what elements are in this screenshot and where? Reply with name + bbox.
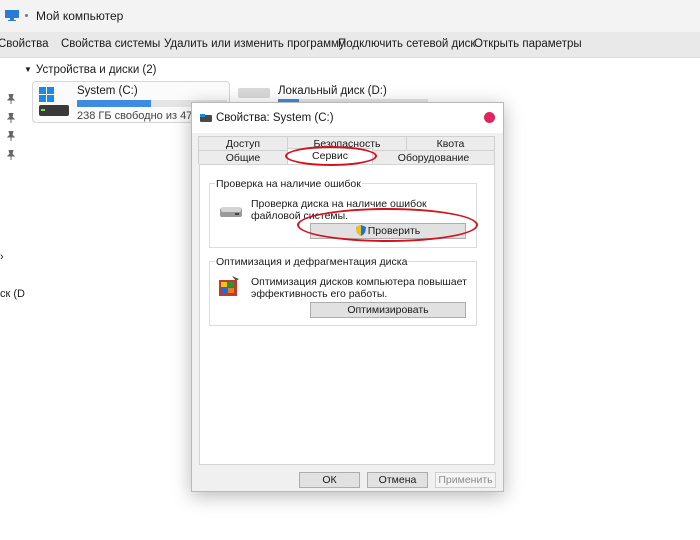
dialog-titlebar: Свойства: System (C:) <box>192 103 503 133</box>
uninstall-program-command[interactable]: Удалить или изменить программу <box>164 38 345 50</box>
error-check-group: Проверка на наличие ошибок Проверка диск… <box>209 178 477 248</box>
system-drive-icon <box>39 87 69 116</box>
map-network-drive-command[interactable]: Подключить сетевой диск <box>338 38 475 50</box>
tab-service[interactable]: Сервис <box>287 148 373 164</box>
computer-icon <box>5 10 19 21</box>
system-properties-command[interactable]: Свойства системы <box>61 38 160 50</box>
drive-c-name: System (C:) <box>77 85 138 97</box>
drive-icon <box>200 114 212 122</box>
tab-general[interactable]: Общие <box>198 150 288 164</box>
drive-d-icon <box>238 88 270 98</box>
pin-icon[interactable] <box>7 150 15 160</box>
check-button[interactable]: Проверить <box>310 223 466 239</box>
check-button-label: Проверить <box>367 225 421 237</box>
chevron-down-icon: ▼ <box>24 65 32 74</box>
path-separator <box>25 14 28 17</box>
optimize-group: Оптимизация и дефрагментация диска Оптим… <box>209 256 477 326</box>
optimize-legend: Оптимизация и дефрагментация диска <box>215 256 409 268</box>
optimize-description: Оптимизация дисков компьютера повышает э… <box>251 276 467 300</box>
drive-d-name[interactable]: Локальный диск (D:) <box>278 85 387 97</box>
dialog-title: Свойства: System (C:) <box>216 112 334 124</box>
tab-quota[interactable]: Квота <box>406 136 495 150</box>
window-title: Мой компьютер <box>36 9 124 23</box>
tab-hardware[interactable]: Оборудование <box>372 150 495 164</box>
properties-dialog: Свойства: System (C:) Доступ Безопасност… <box>191 102 504 492</box>
properties-command[interactable]: Свойства <box>0 38 49 50</box>
error-check-legend: Проверка на наличие ошибок <box>215 178 362 190</box>
pin-icon[interactable] <box>7 131 15 141</box>
nav-item-drive-d[interactable]: ск (D <box>0 288 25 300</box>
uac-shield-icon <box>355 225 366 236</box>
hard-drive-icon <box>220 207 242 217</box>
nav-item-fragment[interactable]: › <box>0 251 4 263</box>
service-tab-panel: Проверка на наличие ошибок Проверка диск… <box>199 164 495 465</box>
pin-icon[interactable] <box>7 113 15 123</box>
explorer-titlebar: Мой компьютер <box>0 0 700 32</box>
ok-button[interactable]: ОК <box>299 472 360 488</box>
optimize-button[interactable]: Оптимизировать <box>310 302 466 318</box>
open-settings-command[interactable]: Открыть параметры <box>474 38 582 50</box>
tab-access[interactable]: Доступ <box>198 136 288 150</box>
apply-button[interactable]: Применить <box>435 472 496 488</box>
cancel-button[interactable]: Отмена <box>367 472 428 488</box>
command-bar: Свойства Свойства системы Удалить или из… <box>0 32 700 58</box>
defrag-icon <box>219 276 239 296</box>
group-header-label: Устройства и диски (2) <box>35 64 157 76</box>
error-check-description: Проверка диска на наличие ошибок файлово… <box>251 198 427 222</box>
devices-group-header[interactable]: ▼ Устройства и диски (2) <box>24 64 157 76</box>
pin-icon[interactable] <box>7 94 15 104</box>
close-icon[interactable] <box>484 112 495 123</box>
